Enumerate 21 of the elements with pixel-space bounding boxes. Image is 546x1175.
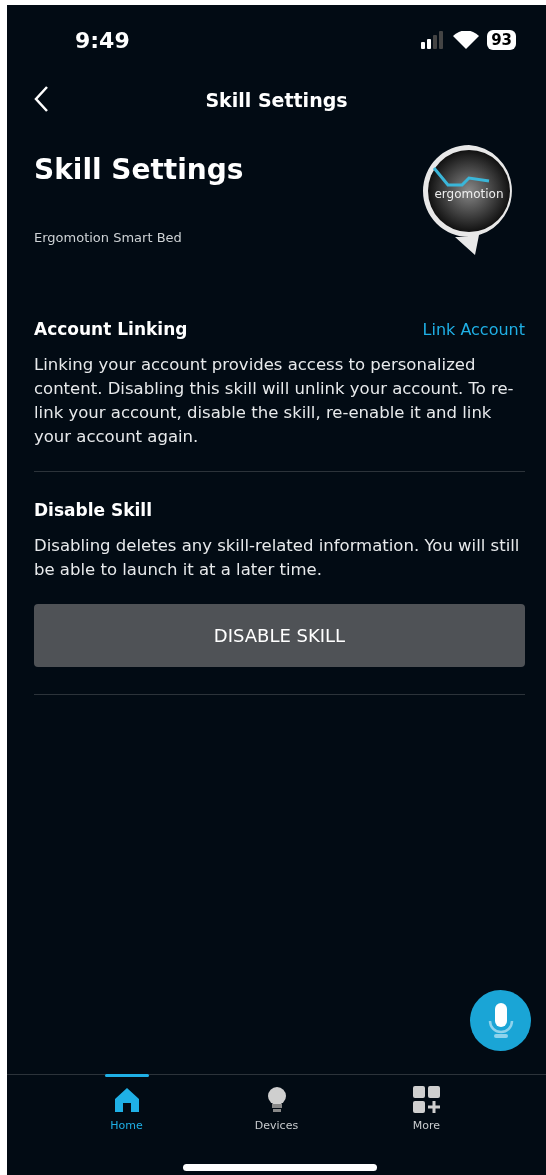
grid-plus-icon	[411, 1085, 442, 1115]
back-icon	[33, 85, 49, 113]
tab-bar-item[interactable]: Devices	[236, 1075, 317, 1175]
tab-bar-item[interactable]: Home	[86, 1075, 167, 1175]
nav-title: Skill Settings	[205, 89, 348, 111]
section-description: Linking your account provides access to personalized content. Disabling this skill will unlink your account. To re-link your account, disable the skill, re-enable it and link your account again.	[34, 354, 515, 448]
section-description: Disabling deletes any skill-related information. You will still be able to launch it at a later time.	[34, 535, 521, 581]
page-title: Skill Settings	[34, 153, 244, 186]
disable-skill-button[interactable]: DISABLE SKILL	[34, 604, 525, 667]
section-title: Disable Skill	[34, 500, 152, 520]
signal-icon	[421, 31, 446, 49]
wifi-icon	[453, 31, 480, 49]
microphone-button[interactable]	[470, 990, 531, 1051]
section-title: Account Linking	[34, 319, 188, 339]
microphone-icon	[487, 1002, 514, 1039]
status-time: 9:49	[75, 27, 130, 53]
back-button[interactable]	[33, 85, 49, 113]
link-account-link[interactable]: Link Account	[422, 319, 525, 339]
skill-name: Ergomotion Smart Bed	[34, 230, 183, 245]
tab-bar-item[interactable]: More	[386, 1075, 467, 1175]
battery-level: 93	[487, 30, 516, 50]
